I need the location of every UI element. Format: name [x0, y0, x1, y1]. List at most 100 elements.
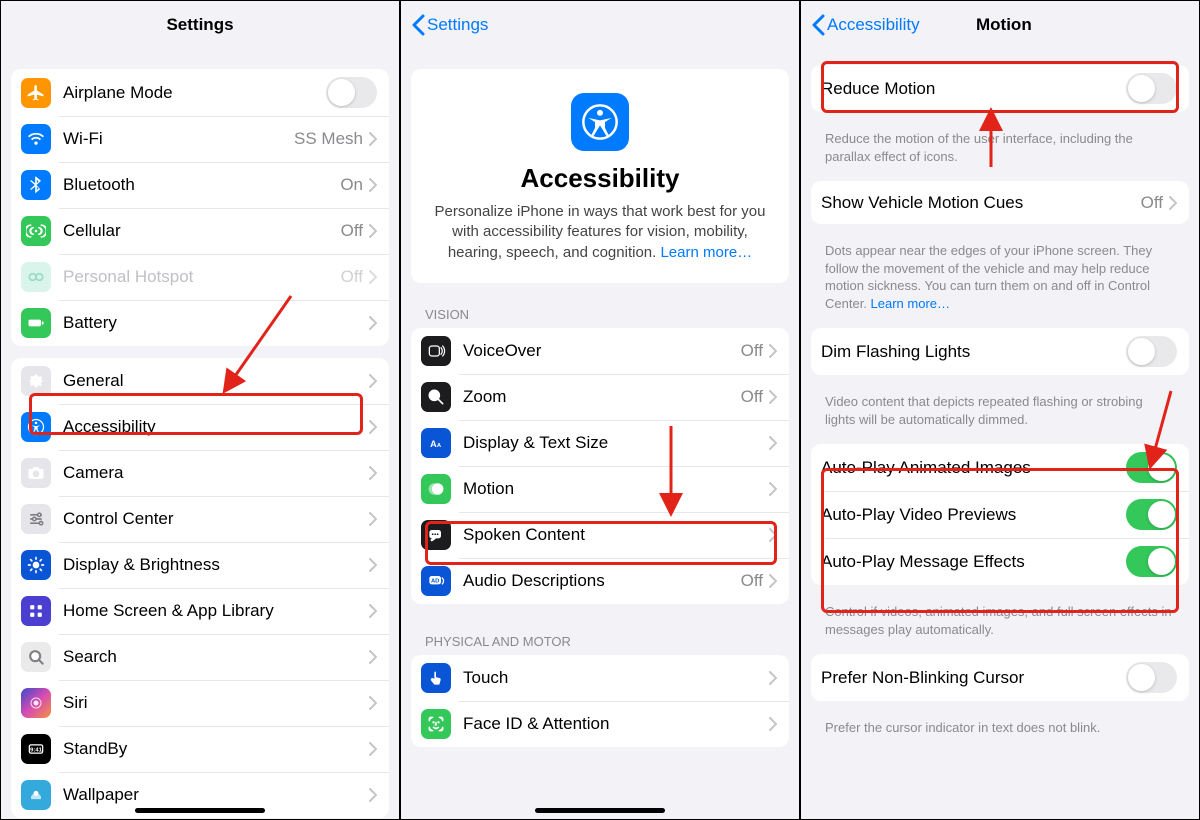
bluetooth-value: On	[340, 175, 363, 195]
airplane-label: Airplane Mode	[63, 83, 326, 103]
airplane-switch[interactable]	[326, 77, 377, 108]
row-general[interactable]: General	[11, 358, 389, 404]
row-spoken[interactable]: Spoken Content	[411, 512, 789, 558]
chevron-right-icon	[369, 178, 377, 192]
row-auto-images[interactable]: Auto-Play Animated Images	[811, 444, 1189, 491]
svg-text:AD: AD	[431, 578, 439, 584]
spoken-label: Spoken Content	[463, 525, 769, 545]
dim-label: Dim Flashing Lights	[821, 342, 1126, 362]
row-standby[interactable]: 9:41 StandBy	[11, 726, 389, 772]
row-touch[interactable]: Touch	[411, 655, 789, 701]
cellular-icon	[21, 216, 51, 246]
touch-label: Touch	[463, 668, 769, 688]
motion-label: Motion	[463, 479, 769, 499]
siri-icon	[21, 688, 51, 718]
row-hotspot[interactable]: Personal Hotspot Off	[11, 254, 389, 300]
navbar: Settings	[401, 1, 799, 49]
chevron-right-icon	[369, 132, 377, 146]
chevron-right-icon	[769, 574, 777, 588]
hotspot-label: Personal Hotspot	[63, 267, 341, 287]
row-cellular[interactable]: Cellular Off	[11, 208, 389, 254]
home-indicator[interactable]	[535, 808, 665, 813]
svg-text:9:41: 9:41	[30, 748, 42, 754]
row-battery[interactable]: Battery	[11, 300, 389, 346]
system-group: General Accessibility Camera Control Cen…	[11, 358, 389, 818]
row-accessibility[interactable]: Accessibility	[11, 404, 389, 450]
reduce-motion-label: Reduce Motion	[821, 79, 1126, 99]
hero-title: Accessibility	[431, 163, 769, 194]
learn-more-link[interactable]: Learn more…	[871, 296, 950, 311]
row-wifi[interactable]: Wi-Fi SS Mesh	[11, 116, 389, 162]
physical-group: Touch Face ID & Attention	[411, 655, 789, 747]
row-voiceover[interactable]: VoiceOver Off	[411, 328, 789, 374]
bluetooth-icon	[21, 170, 51, 200]
chevron-right-icon	[769, 390, 777, 404]
chevron-right-icon	[369, 604, 377, 618]
row-reduce-motion[interactable]: Reduce Motion	[811, 65, 1189, 112]
auto-images-switch[interactable]	[1126, 452, 1177, 483]
wallpaper-icon	[21, 780, 51, 810]
row-airplane[interactable]: Airplane Mode	[11, 69, 389, 116]
chevron-right-icon	[369, 742, 377, 756]
row-faceid[interactable]: Face ID & Attention	[411, 701, 789, 747]
auto-msg-switch[interactable]	[1126, 546, 1177, 577]
row-control-center[interactable]: Control Center	[11, 496, 389, 542]
display-text-label: Display & Text Size	[463, 433, 769, 453]
row-motion[interactable]: Motion	[411, 466, 789, 512]
row-auto-msg[interactable]: Auto-Play Message Effects	[811, 538, 1189, 585]
accessibility-label: Accessibility	[63, 417, 369, 437]
home-indicator[interactable]	[135, 808, 265, 813]
chevron-right-icon	[769, 482, 777, 496]
cursor-switch[interactable]	[1126, 662, 1177, 693]
back-label: Accessibility	[827, 15, 920, 35]
dim-switch[interactable]	[1126, 336, 1177, 367]
standby-label: StandBy	[63, 739, 369, 759]
row-search[interactable]: Search	[11, 634, 389, 680]
row-bluetooth[interactable]: Bluetooth On	[11, 162, 389, 208]
standby-icon: 9:41	[21, 734, 51, 764]
row-display-text[interactable]: AA Display & Text Size	[411, 420, 789, 466]
row-display[interactable]: Display & Brightness	[11, 542, 389, 588]
back-button[interactable]: Settings	[411, 1, 488, 49]
chevron-right-icon	[369, 316, 377, 330]
battery-label: Battery	[63, 313, 369, 333]
row-camera[interactable]: Camera	[11, 450, 389, 496]
row-audio-desc[interactable]: AD Audio Descriptions Off	[411, 558, 789, 604]
row-home-screen[interactable]: Home Screen & App Library	[11, 588, 389, 634]
row-cursor[interactable]: Prefer Non-Blinking Cursor	[811, 654, 1189, 701]
nav-title: Settings	[166, 15, 233, 35]
row-dim-lights[interactable]: Dim Flashing Lights	[811, 328, 1189, 375]
text-size-icon: AA	[421, 428, 451, 458]
accessibility-icon	[21, 412, 51, 442]
row-auto-video[interactable]: Auto-Play Video Previews	[811, 491, 1189, 538]
faceid-icon	[421, 709, 451, 739]
reduce-motion-switch[interactable]	[1126, 73, 1177, 104]
search-icon	[21, 642, 51, 672]
learn-more-link[interactable]: Learn more…	[660, 244, 752, 261]
cellular-value: Off	[341, 221, 363, 241]
voiceover-icon	[421, 336, 451, 366]
auto-video-switch[interactable]	[1126, 499, 1177, 530]
nav-title: Motion	[976, 15, 1032, 35]
row-vehicle-cues[interactable]: Show Vehicle Motion Cues Off	[811, 181, 1189, 224]
chevron-right-icon	[769, 528, 777, 542]
search-label: Search	[63, 647, 369, 667]
navbar: Accessibility Motion	[801, 1, 1199, 49]
vehicle-label: Show Vehicle Motion Cues	[821, 193, 1141, 213]
voiceover-value: Off	[741, 341, 763, 361]
auto-images-label: Auto-Play Animated Images	[821, 458, 1126, 478]
control-center-label: Control Center	[63, 509, 369, 529]
hotspot-value: Off	[341, 267, 363, 287]
chevron-right-icon	[369, 466, 377, 480]
control-center-icon	[21, 504, 51, 534]
row-siri[interactable]: Siri	[11, 680, 389, 726]
dim-footer: Video content that depicts repeated flas…	[811, 387, 1189, 432]
back-label: Settings	[427, 15, 488, 35]
row-zoom[interactable]: Zoom Off	[411, 374, 789, 420]
back-button[interactable]: Accessibility	[811, 1, 920, 49]
autoplay-footer: Control if videos, animated images, and …	[811, 597, 1189, 642]
voiceover-label: VoiceOver	[463, 341, 741, 361]
motion-icon	[421, 474, 451, 504]
connectivity-group: Airplane Mode Wi-Fi SS Mesh Bluetooth On…	[11, 69, 389, 346]
audio-desc-icon: AD	[421, 566, 451, 596]
